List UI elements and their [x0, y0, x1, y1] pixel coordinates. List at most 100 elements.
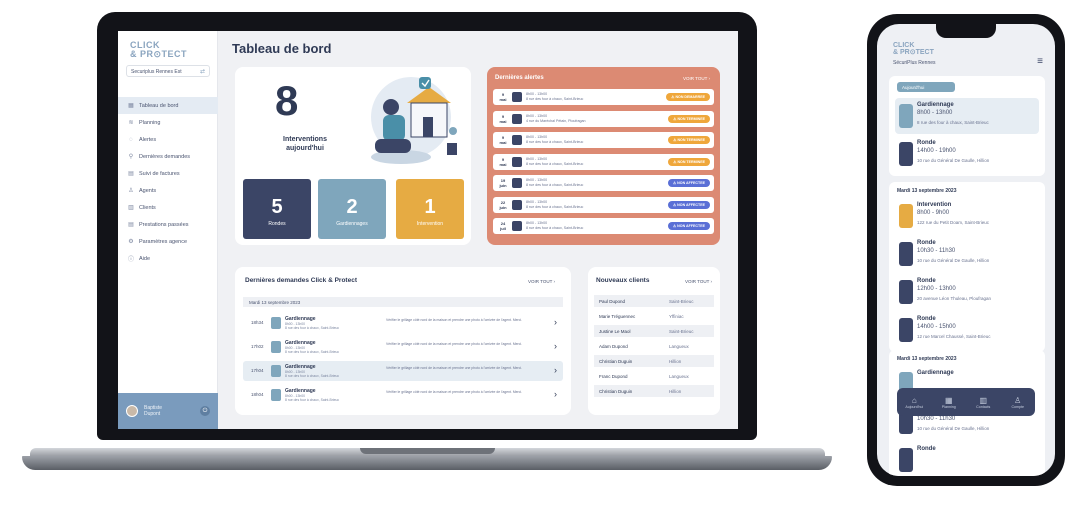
- user-box[interactable]: Baptiste Dupont ⏻: [118, 393, 218, 429]
- schedule-item-time: 14h00 - 19h00: [917, 148, 956, 154]
- sidebar-item[interactable]: ⓘ Aide: [118, 250, 218, 267]
- schedule-item-time: 12h00 - 13h00: [917, 286, 956, 292]
- app-logo[interactable]: CLICK & PR⊙TECT: [130, 41, 187, 59]
- client-row[interactable]: Christian Duguin Hillion: [594, 385, 714, 397]
- schedule-item[interactable]: Ronde 12h00 - 13h00 20 avenue Léon Thuleau…: [895, 274, 1039, 310]
- tab-planning[interactable]: ▦ Planning: [933, 396, 965, 409]
- laptop-notch: [360, 448, 495, 454]
- menu-icon[interactable]: ≡: [1037, 56, 1043, 67]
- client-row[interactable]: Marie Tréguennec Yffiniac: [594, 310, 714, 322]
- settings-icon: ⚙: [128, 239, 134, 245]
- alerts-card: Dernières alertes VOIR TOUT › 9 mai 8h00 -…: [487, 67, 720, 245]
- alert-date: 9 mai: [497, 135, 509, 145]
- clients-icon: ▥: [128, 205, 134, 211]
- alert-address: 8 rue des four à chaux, Saint-Brieuc: [526, 97, 584, 101]
- sidebar-item-label: Suivi de factures: [139, 170, 180, 177]
- sidebar-item[interactable]: ≋ Planning: [118, 114, 218, 131]
- sidebar-item[interactable]: ▦ Tableau de bord: [118, 97, 218, 114]
- schedule-item[interactable]: Gardiennage 8h00 - 13h00 8 rue des four à …: [895, 98, 1039, 134]
- chevron-right-icon[interactable]: ›: [554, 341, 557, 351]
- org-select[interactable]: Securiplus Rennes Est ⇄: [126, 65, 210, 77]
- request-address: 8 rue des four à chaux, Saint-Brieuc: [285, 326, 340, 330]
- client-name: Paul Dupond: [599, 298, 626, 304]
- sidebar-item[interactable]: ▥ Clients: [118, 199, 218, 216]
- house-icon: [512, 92, 522, 102]
- alert-month: mai: [499, 140, 507, 145]
- client-row[interactable]: Justine Le Maol Saint-Brieuc: [594, 325, 714, 337]
- sidebar-item[interactable]: ⚙ Paramètres agence: [118, 233, 218, 250]
- request-time: 18h34: [251, 320, 264, 325]
- stat-intervention[interactable]: 1 Intervention: [396, 179, 464, 239]
- client-row[interactable]: Franc Dupond Langueux: [594, 370, 714, 382]
- schedule-item[interactable]: Ronde 10h30 - 11h30 10 rue du Général De G…: [895, 236, 1039, 272]
- sidebar-item-label: Agents: [139, 187, 157, 194]
- schedule-item[interactable]: Ronde 14h00 - 19h00 10 rue du Général De G…: [895, 136, 1039, 172]
- schedule-item-title: Intervention: [917, 202, 952, 208]
- clients-see-all-link[interactable]: VOIR TOUT ›: [685, 279, 712, 284]
- alert-month: mai: [499, 118, 507, 124]
- requests-see-all-link[interactable]: VOIR TOUT ›: [528, 279, 555, 284]
- mockup-stage: CLICK & PR⊙TECT Securiplus Rennes Est ⇄ …: [0, 0, 1074, 505]
- account-icon: ♙: [1014, 395, 1022, 405]
- alert-address: 8 rue des four à chaux, Saint-Brieuc: [526, 204, 584, 209]
- sidebar-item[interactable]: ♙ Agents: [118, 182, 218, 199]
- alert-row[interactable]: 9 mai 8h00 - 13h00 8 rue des four à chaux, …: [493, 89, 714, 105]
- schedule-item[interactable]: Ronde 14h00 - 15h00 12 rue Marcel Chaussé,…: [895, 312, 1039, 348]
- stat-gardiennages[interactable]: 2 Gardiennages: [318, 179, 386, 239]
- agents-icon: ♙: [128, 188, 134, 194]
- page-title: Tableau de bord: [232, 41, 332, 56]
- chevron-right-icon[interactable]: ›: [554, 365, 557, 375]
- alert-row[interactable]: 9 mai 8h00 - 13h00 4 rue du Maréchal Pétain…: [493, 110, 714, 127]
- stat-gardiennages-value: 2: [346, 196, 358, 218]
- house-icon: [512, 113, 522, 124]
- power-icon[interactable]: ⏻: [200, 406, 210, 416]
- schedule-item-address: 10 rue du Général De Gaulle, Hillion: [917, 158, 990, 163]
- tab-contacts[interactable]: ▥ Contacts: [967, 396, 999, 409]
- client-row[interactable]: Christian Duguin Hillion: [594, 355, 714, 367]
- planning-icon: ≋: [128, 120, 134, 126]
- alert-row[interactable]: 24 juil 8h00 - 13h00 8 rue des four à chaux…: [493, 218, 714, 234]
- chevron-right-icon[interactable]: ›: [554, 317, 557, 327]
- chevron-right-icon[interactable]: ›: [554, 389, 557, 399]
- tab-aujourdhui[interactable]: ⌂ Aujourd'hui: [898, 396, 930, 409]
- mobile-logo[interactable]: CLICK & PR⊙TECT: [893, 42, 934, 56]
- alert-row[interactable]: 19 juin 8h00 - 13h00 8 rue des four à chaux…: [493, 175, 714, 191]
- stat-rondes[interactable]: 5 Rondes: [243, 179, 311, 239]
- client-name: Marie Tréguennec: [599, 313, 636, 319]
- request-row[interactable]: 17h02 Gardiennage 8h00 - 13h00 8 rue des fo…: [243, 337, 563, 357]
- client-name: Franc Dupond: [599, 373, 628, 379]
- tab-label: Compte: [1011, 404, 1025, 409]
- schedule-item-title: Gardiennage: [917, 370, 954, 376]
- client-row[interactable]: Adam Dupond Langueux: [594, 340, 714, 352]
- sidebar-item[interactable]: ⚲ Dernières demandes: [118, 148, 218, 165]
- today-chip[interactable]: Aujourd'hui: [897, 82, 955, 92]
- sidebar: CLICK & PR⊙TECT Securiplus Rennes Est ⇄ …: [118, 31, 218, 429]
- schedule-item[interactable]: Ronde: [895, 442, 1039, 476]
- tab-label: Aujourd'hui: [905, 404, 924, 409]
- sidebar-item-label: Tableau de bord: [139, 102, 179, 109]
- request-row[interactable]: 17h04 Gardiennage 8h00 - 13h00 8 rue des fo…: [243, 361, 563, 381]
- sidebar-item[interactable]: ◌ Alertes: [118, 131, 218, 148]
- status-badge: ⚠ NON TERMINEE: [668, 114, 710, 123]
- client-row[interactable]: Paul Dupond Saint-Brieuc: [594, 295, 714, 307]
- stat-gardiennages-label: Gardiennages: [336, 221, 368, 227]
- alert-address: 8 rue des four à chaux, Saint-Brieuc: [526, 183, 584, 187]
- alert-row[interactable]: 9 mai 8h00 - 13h00 8 rue des four à chaux, …: [493, 153, 714, 170]
- sidebar-item[interactable]: ▤ Suivi de factures: [118, 165, 218, 182]
- sidebar-item-label: Alertes: [139, 136, 157, 143]
- day2-header: Mardi 13 septembre 2023: [897, 188, 957, 194]
- request-row[interactable]: 18h04 Gardiennage 8h00 - 13h00 8 rue des fo…: [243, 385, 563, 405]
- request-row[interactable]: 18h34 Gardiennage 8h00 - 13h00 8 rue des fo…: [243, 313, 563, 333]
- request-details: 8h00 - 13h00 8 rue des four à chaux, Sain…: [285, 370, 339, 378]
- alert-row[interactable]: 22 juin 8h00 - 13h00 8 rue des four à chaux…: [493, 196, 714, 213]
- alert-text: 8h00 - 13h00 8 rue des four à chaux, Sain…: [526, 135, 583, 145]
- sidebar-item[interactable]: ▤ Prestations passées: [118, 216, 218, 233]
- schedule-item-time: 8h00 - 9h00: [917, 210, 950, 216]
- alert-row[interactable]: 9 mai 8h00 - 13h00 8 rue des four à chaux, …: [493, 132, 714, 148]
- mobile-logo-line2: & PR⊙TECT: [893, 49, 934, 56]
- alerts-see-all-link[interactable]: VOIR TOUT ›: [683, 76, 710, 81]
- schedule-item[interactable]: Intervention 8h00 - 9h00 122 rue du Petit …: [895, 198, 1039, 234]
- tab-compte[interactable]: ♙ Compte: [1002, 396, 1034, 409]
- requests-icon: ⚲: [128, 154, 134, 160]
- requests-card: Dernières demandes Click & Protect VOIR …: [235, 267, 571, 415]
